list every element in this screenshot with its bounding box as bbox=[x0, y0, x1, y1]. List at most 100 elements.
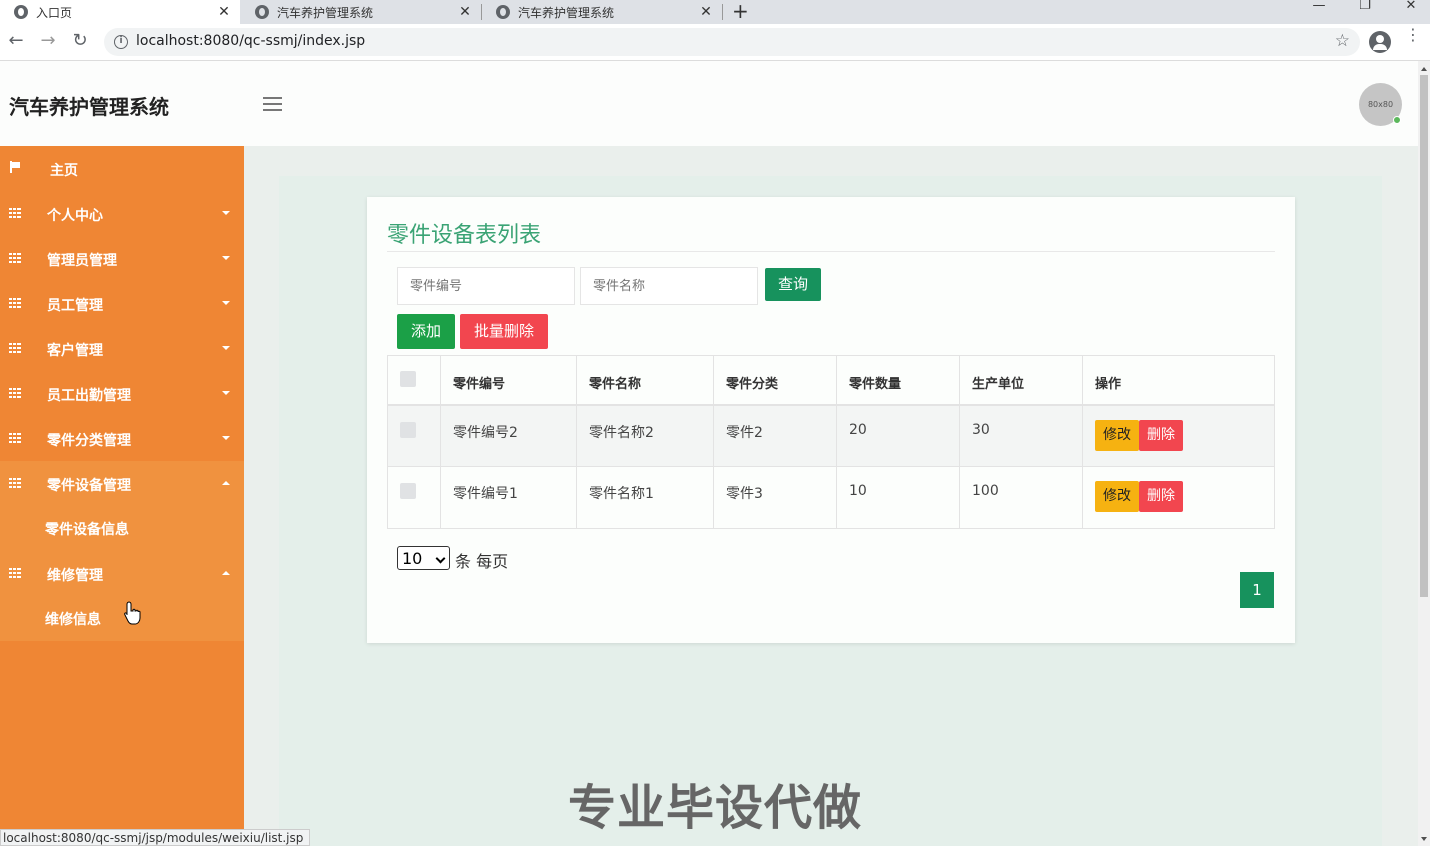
grid-icon bbox=[9, 208, 21, 218]
per-page-label: 条 每页 bbox=[455, 552, 509, 571]
bookmark-star-icon[interactable]: ☆ bbox=[1335, 31, 1350, 51]
part-category-cell: 零件3 bbox=[713, 466, 837, 529]
caret-up-icon bbox=[222, 481, 230, 485]
online-status-dot bbox=[1393, 116, 1401, 124]
actions-cell: 修改 删除 bbox=[1082, 466, 1275, 529]
table-row: 零件编号2 零件名称2 零件2 20 30 修改 删除 bbox=[387, 404, 1275, 467]
sidebar-item-admin-management[interactable]: 管理员管理 bbox=[0, 236, 244, 281]
reload-icon[interactable]: ↻ bbox=[68, 30, 92, 51]
row-checkbox[interactable] bbox=[400, 421, 416, 438]
edit-button[interactable]: 修改 bbox=[1095, 481, 1139, 512]
column-header[interactable]: 生产单位 bbox=[959, 355, 1083, 406]
browser-tab-entry[interactable]: 入口页 ✕ bbox=[0, 0, 240, 24]
sidebar-item-label: 员工出勤管理 bbox=[47, 388, 131, 404]
tab-close-icon[interactable]: ✕ bbox=[455, 4, 475, 20]
watermark-text: 专业毕设代做 bbox=[568, 780, 863, 836]
url-text[interactable]: localhost:8080/qc-ssmj/index.jsp bbox=[136, 33, 365, 49]
production-unit-cell: 30 bbox=[959, 404, 1083, 467]
sidebar-item-attendance-management[interactable]: 员工出勤管理 bbox=[0, 371, 244, 416]
page-button-current[interactable]: 1 bbox=[1240, 572, 1274, 608]
browser-tab-system-2[interactable]: 汽车养护管理系统 ✕ bbox=[482, 0, 722, 24]
globe-icon bbox=[255, 5, 269, 19]
url-field[interactable]: i localhost:8080/qc-ssmj/index.jsp ☆ bbox=[104, 28, 1360, 56]
grid-icon bbox=[9, 568, 21, 578]
sidebar-item-customer-management[interactable]: 客户管理 bbox=[0, 326, 244, 371]
delete-button[interactable]: 删除 bbox=[1139, 481, 1183, 512]
tab-close-icon[interactable]: ✕ bbox=[696, 4, 716, 20]
column-header: 操作 bbox=[1082, 355, 1275, 406]
sidebar-subitem-part-equipment-info[interactable]: 零件设备信息 bbox=[0, 506, 244, 551]
globe-icon bbox=[496, 5, 510, 19]
column-header[interactable]: 零件名称 bbox=[576, 355, 714, 406]
info-icon[interactable]: i bbox=[114, 35, 128, 49]
sidebar-item-label: 零件设备管理 bbox=[47, 478, 131, 494]
sidebar-item-part-equipment-management[interactable]: 零件设备管理 bbox=[0, 461, 244, 506]
hamburger-menu-icon[interactable] bbox=[263, 97, 282, 111]
browser-status-bar: localhost:8080/qc-ssmj/jsp/modules/weixi… bbox=[0, 829, 311, 846]
row-checkbox[interactable] bbox=[400, 483, 416, 499]
browser-tab-bar: 入口页 ✕ 汽车养护管理系统 ✕ 汽车养护管理系统 ✕ + — ❐ ✕ bbox=[0, 0, 1430, 24]
tab-close-icon[interactable]: ✕ bbox=[214, 4, 234, 20]
query-button[interactable]: 查询 bbox=[765, 268, 821, 301]
sidebar-item-employee-management[interactable]: 员工管理 bbox=[0, 281, 244, 326]
sidebar-item-label: 主页 bbox=[50, 163, 78, 179]
batch-delete-button[interactable]: 批量删除 bbox=[460, 314, 548, 349]
profile-icon[interactable] bbox=[1369, 31, 1391, 53]
restore-button[interactable]: ❐ bbox=[1342, 0, 1388, 12]
globe-icon bbox=[14, 5, 28, 19]
page-scrollbar[interactable] bbox=[1418, 61, 1430, 846]
part-code-search-input[interactable] bbox=[397, 267, 575, 305]
sidebar-item-label: 员工管理 bbox=[47, 298, 103, 314]
minimize-button[interactable]: — bbox=[1296, 0, 1342, 12]
delete-button[interactable]: 删除 bbox=[1139, 419, 1183, 451]
column-header[interactable]: 零件数量 bbox=[836, 355, 960, 406]
scrollbar-thumb[interactable] bbox=[1420, 75, 1428, 597]
page-size-select[interactable]: 10 bbox=[397, 546, 450, 570]
window-close-button[interactable]: ✕ bbox=[1388, 0, 1430, 12]
sidebar-item-label: 维修管理 bbox=[47, 568, 103, 584]
part-name-search-input[interactable] bbox=[580, 267, 758, 305]
grid-icon bbox=[9, 478, 21, 488]
sidebar-item-repair-management[interactable]: 维修管理 bbox=[0, 551, 244, 596]
part-name-cell: 零件名称1 bbox=[576, 466, 714, 529]
sidebar-item-part-category-management[interactable]: 零件分类管理 bbox=[0, 416, 244, 461]
app-header: 汽车养护管理系统 80x80 bbox=[0, 61, 1418, 146]
address-bar: ← → ↻ i localhost:8080/qc-ssmj/index.jsp… bbox=[0, 24, 1430, 61]
browser-tab-system-1[interactable]: 汽车养护管理系统 ✕ bbox=[241, 0, 481, 24]
page-title: 零件设备表列表 bbox=[387, 223, 542, 248]
app-title: 汽车养护管理系统 bbox=[9, 95, 169, 119]
part-code-cell: 零件编号1 bbox=[440, 466, 577, 529]
sidebar-item-personal-center[interactable]: 个人中心 bbox=[0, 191, 244, 236]
caret-down-icon bbox=[222, 256, 230, 260]
edit-button[interactable]: 修改 bbox=[1095, 419, 1139, 451]
part-category-cell: 零件2 bbox=[713, 404, 837, 467]
scroll-up-arrow-icon[interactable] bbox=[1421, 67, 1427, 71]
part-equipment-list-card: 零件设备表列表 查询 添加 批量删除 零件编号 零件名称 零件分类 零件数量 生… bbox=[367, 197, 1295, 643]
part-name-cell: 零件名称2 bbox=[576, 404, 714, 467]
sidebar-subitem-label: 维修信息 bbox=[45, 612, 101, 628]
table-header-row: 零件编号 零件名称 零件分类 零件数量 生产单位 操作 bbox=[387, 355, 1275, 406]
sidebar-subitem-repair-info[interactable]: 维修信息 bbox=[0, 596, 244, 641]
sidebar-item-home[interactable]: 主页 bbox=[0, 146, 244, 191]
sidebar-item-label: 管理员管理 bbox=[47, 253, 117, 269]
sidebar-subitem-label: 零件设备信息 bbox=[45, 522, 129, 538]
grid-icon bbox=[9, 433, 21, 443]
new-tab-button[interactable]: + bbox=[732, 0, 749, 23]
sidebar-item-label: 个人中心 bbox=[47, 208, 103, 224]
add-button[interactable]: 添加 bbox=[397, 314, 455, 349]
production-unit-cell: 100 bbox=[959, 466, 1083, 529]
row-select-cell bbox=[387, 404, 441, 467]
forward-arrow-icon[interactable]: → bbox=[36, 30, 60, 51]
scroll-down-arrow-icon[interactable] bbox=[1421, 837, 1427, 841]
grid-icon bbox=[9, 343, 21, 353]
grid-icon bbox=[9, 298, 21, 308]
kebab-menu-icon[interactable]: ⋮ bbox=[1405, 27, 1421, 43]
table-row: 零件编号1 零件名称1 零件3 10 100 修改 删除 bbox=[387, 466, 1275, 529]
back-arrow-icon[interactable]: ← bbox=[4, 30, 28, 51]
select-all-checkbox[interactable] bbox=[400, 371, 416, 387]
row-select-cell bbox=[387, 466, 441, 529]
column-header[interactable]: 零件分类 bbox=[713, 355, 837, 406]
column-header[interactable]: 零件编号 bbox=[440, 355, 577, 406]
sidebar: 主页 个人中心 管理员管理 员工管理 客户管理 员工出勤管理 零件分类管理 零件… bbox=[0, 146, 244, 846]
caret-down-icon bbox=[222, 391, 230, 395]
